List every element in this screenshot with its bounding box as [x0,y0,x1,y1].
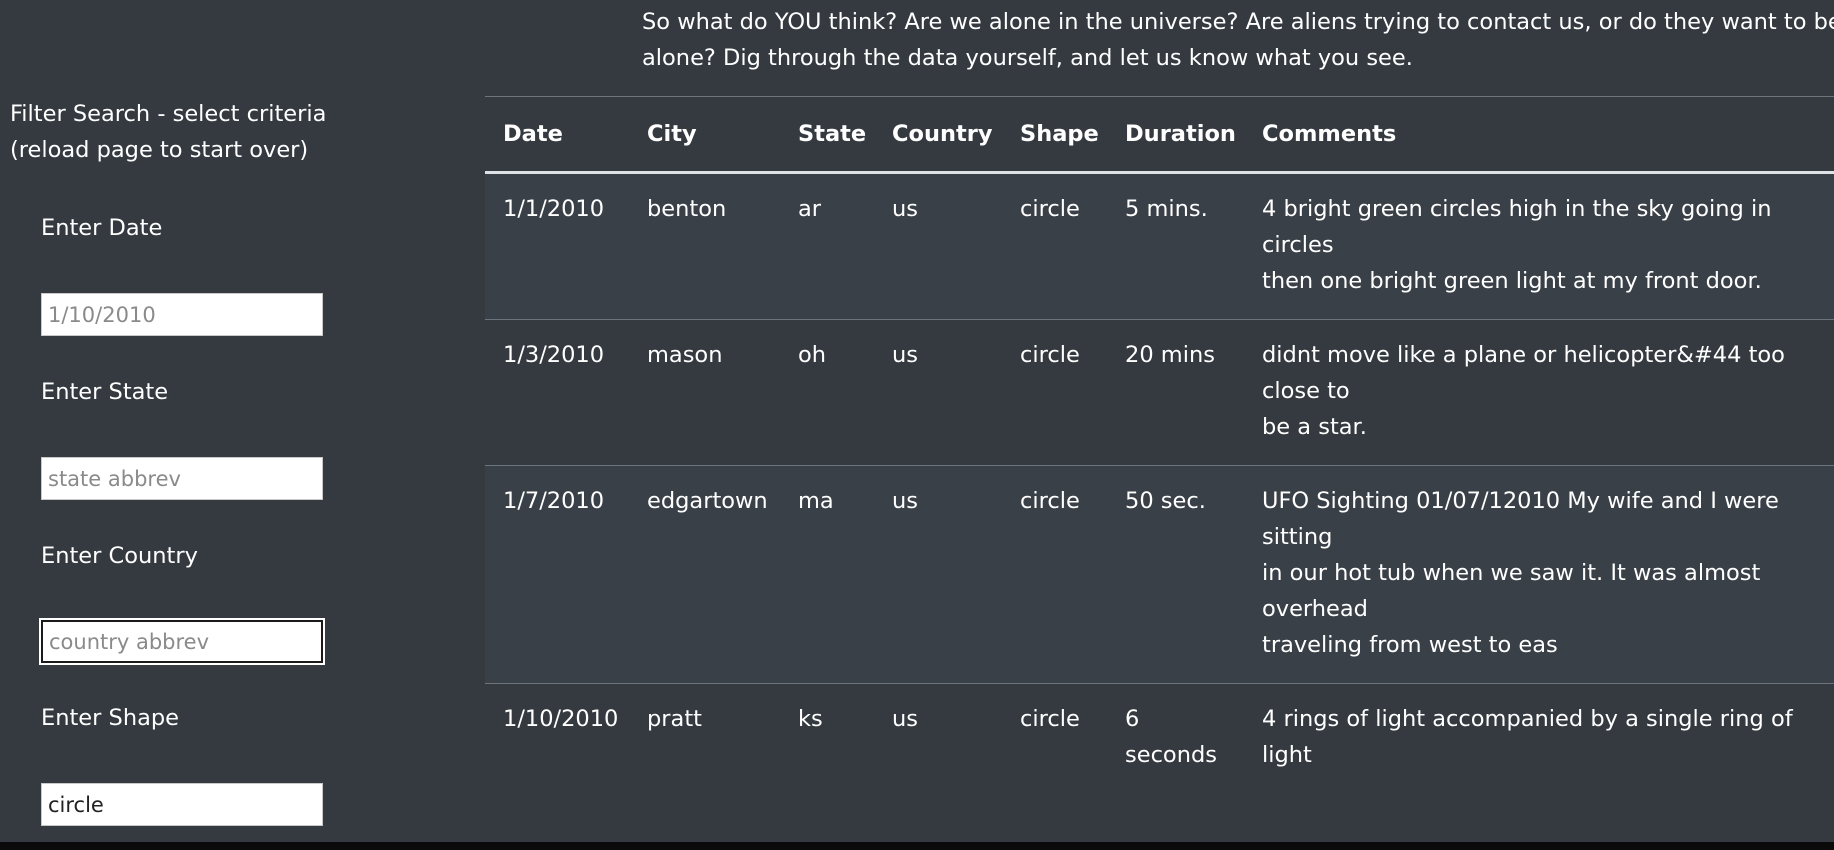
date-input[interactable] [41,293,323,336]
comment-line: then one bright green light at my front … [1262,268,1762,294]
header-country: Country [892,121,993,147]
cell-date: 1/7/2010 [503,488,605,514]
duration-line: 5 mins. [1125,196,1208,222]
filter-title: Filter Search - select criteria [10,101,327,127]
cell-city: mason [647,342,723,368]
header-duration: Duration [1125,121,1236,147]
cell-comments: 4 bright green circles high in the sky g… [1244,173,1834,320]
state-input[interactable] [41,457,323,500]
intro-line-1: So what do YOU think? Are we alone in th… [642,9,1834,35]
cell-comments: 4 rings of light accompanied by a single… [1244,684,1834,794]
cell-country: us [892,706,918,732]
table-row: 1/1/2010 benton ar us circle 5 mins. 4 b… [485,172,1834,320]
comment-line: 4 rings of light accompanied by a single… [1262,706,1793,768]
duration-line: 6 [1125,706,1140,732]
cell-state: ar [798,196,822,222]
comment-line: traveling from west to eas [1262,632,1558,658]
cell-city: edgartown [647,488,768,514]
cell-state: oh [798,342,827,368]
intro-text: So what do YOU think? Are we alone in th… [642,4,1834,76]
table-row: 1/10/2010 pratt ks us circle 6 seconds 4… [485,684,1834,794]
duration-line: seconds [1125,742,1217,768]
country-label: Enter Country [41,543,198,569]
comment-line: didnt move like a plane or helicopter&#4… [1262,342,1785,404]
shape-input[interactable] [41,783,323,826]
state-label: Enter State [41,379,169,405]
table-row: 1/7/2010 edgartown ma us circle 50 sec. … [485,465,1834,684]
cell-shape: circle [1020,488,1080,514]
comment-line: in our hot tub when we saw it. It was al… [1262,560,1761,622]
header-shape: Shape [1020,121,1099,147]
duration-line: 50 sec. [1125,488,1206,514]
cell-city: pratt [647,706,702,732]
header-city: City [647,121,697,147]
cell-date: 1/1/2010 [503,196,605,222]
cell-duration: 20 mins [1107,320,1244,466]
cell-state: ma [798,488,834,514]
cell-shape: circle [1020,196,1080,222]
window-bottom-edge [0,842,1834,850]
filter-subtitle: (reload page to start over) [10,137,309,163]
cell-comments: UFO Sighting 01/07/12010 My wife and I w… [1244,466,1834,684]
cell-country: us [892,342,918,368]
header-date: Date [503,121,563,147]
cell-duration: 50 sec. [1107,466,1244,684]
table-row: 1/3/2010 mason oh us circle 20 mins didn… [485,320,1834,466]
date-label: Enter Date [41,215,163,241]
table-header-row: Date City State Country Shape Duration C… [485,96,1834,173]
cell-date: 1/3/2010 [503,342,605,368]
comment-line: 4 bright green circles high in the sky g… [1262,196,1772,258]
cell-country: us [892,196,918,222]
header-comments: Comments [1262,121,1397,147]
cell-comments: didnt move like a plane or helicopter&#4… [1244,320,1834,466]
shape-label: Enter Shape [41,705,179,731]
duration-line: 20 mins [1125,342,1215,368]
cell-shape: circle [1020,342,1080,368]
filter-sidebar: Filter Search - select criteria (reload … [0,0,460,842]
cell-city: benton [647,196,727,222]
country-input[interactable] [41,620,323,663]
cell-duration: 6 seconds [1107,684,1244,794]
cell-country: us [892,488,918,514]
cell-state: ks [798,706,823,732]
ufo-sightings-table: Date City State Country Shape Duration C… [485,96,1834,793]
intro-line-2: alone? Dig through the data yourself, an… [642,45,1413,71]
comment-line: be a star. [1262,414,1367,440]
comment-line: UFO Sighting 01/07/12010 My wife and I w… [1262,488,1779,550]
cell-date: 1/10/2010 [503,706,619,732]
cell-shape: circle [1020,706,1080,732]
header-state: State [798,121,867,147]
cell-duration: 5 mins. [1107,173,1244,320]
